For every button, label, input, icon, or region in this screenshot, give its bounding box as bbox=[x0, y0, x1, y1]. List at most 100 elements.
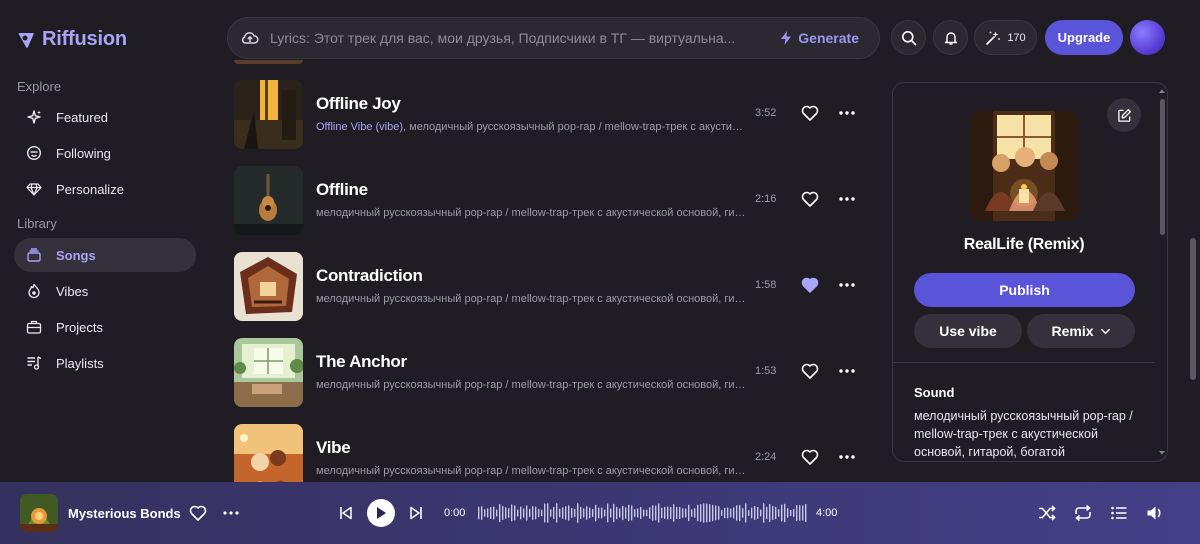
library-label: Library bbox=[17, 216, 57, 231]
smile-icon bbox=[26, 145, 42, 161]
song-row[interactable]: Offline мелодичный русскоязычный pop-rap… bbox=[225, 166, 875, 236]
edit-button[interactable] bbox=[1107, 98, 1141, 132]
waveform-bar bbox=[721, 509, 723, 517]
sidebar-item-vibes[interactable]: Vibes bbox=[14, 274, 196, 308]
waveform-bar bbox=[688, 504, 690, 522]
waveform-bar bbox=[574, 508, 576, 518]
sidebar-item-songs[interactable]: Songs bbox=[14, 238, 196, 272]
player-song-title[interactable]: Mysterious Bonds bbox=[68, 506, 181, 521]
more-options-icon[interactable] bbox=[837, 361, 857, 381]
waveform-bar bbox=[598, 507, 600, 519]
logo[interactable]: Riffusion bbox=[16, 28, 127, 51]
heart-icon[interactable] bbox=[800, 189, 820, 209]
more-options-icon[interactable] bbox=[837, 275, 857, 295]
queue-icon[interactable] bbox=[1109, 503, 1129, 523]
credits-button[interactable]: 170 bbox=[974, 20, 1037, 55]
waveform-bar bbox=[637, 508, 639, 518]
song-row[interactable]: Vibe мелодичный русскоязычный pop-rap / … bbox=[225, 424, 875, 482]
waveform-bar bbox=[577, 503, 579, 523]
remix-button[interactable]: Remix bbox=[1027, 314, 1135, 348]
waveform-scrubber[interactable] bbox=[478, 500, 808, 526]
waveform-bar bbox=[547, 503, 549, 523]
player-cover-art[interactable] bbox=[20, 494, 58, 532]
sidebar: Riffusion Explore Featured Following Per… bbox=[0, 0, 210, 482]
waveform-bar bbox=[568, 505, 570, 521]
waveform-bar bbox=[502, 505, 504, 521]
more-options-icon[interactable] bbox=[837, 447, 857, 467]
search-button[interactable] bbox=[891, 20, 926, 55]
sidebar-item-label: Vibes bbox=[56, 283, 89, 299]
song-row[interactable]: The Anchor мелодичный русскоязычный pop-… bbox=[225, 338, 875, 408]
waveform-bar bbox=[706, 503, 708, 523]
next-icon[interactable] bbox=[408, 505, 424, 521]
cloud-upload-icon[interactable] bbox=[240, 28, 260, 48]
waveform-bar bbox=[493, 506, 495, 520]
heart-icon[interactable] bbox=[800, 361, 820, 381]
sidebar-item-featured[interactable]: Featured bbox=[14, 100, 196, 134]
song-title[interactable]: Vibe bbox=[316, 438, 351, 458]
player-bar: Mysterious Bonds 0:00 4:00 bbox=[0, 482, 1200, 544]
sidebar-item-projects[interactable]: Projects bbox=[14, 310, 196, 344]
waveform-bar bbox=[607, 503, 609, 523]
song-title[interactable]: Contradiction bbox=[316, 266, 423, 286]
song-row[interactable]: Offline Joy Offline Vibe (vibe), мелодич… bbox=[225, 80, 875, 150]
scroll-up-icon[interactable] bbox=[1157, 87, 1167, 95]
waveform-bar bbox=[550, 509, 552, 517]
waveform-bar bbox=[787, 508, 789, 518]
notifications-button[interactable] bbox=[933, 20, 968, 55]
shuffle-icon[interactable] bbox=[1037, 503, 1057, 523]
more-options-icon[interactable] bbox=[221, 503, 241, 523]
waveform-bar bbox=[583, 508, 585, 518]
song-vibe-link[interactable]: Offline Vibe (vibe) bbox=[316, 121, 403, 133]
sidebar-item-label: Personalize bbox=[56, 181, 124, 197]
sidebar-item-playlists[interactable]: Playlists bbox=[14, 346, 196, 380]
generate-button[interactable]: Generate bbox=[780, 30, 859, 46]
bell-icon bbox=[944, 31, 957, 45]
page-scrollbar-thumb[interactable] bbox=[1190, 238, 1196, 380]
waveform-bar bbox=[760, 509, 762, 517]
song-thumbnail[interactable] bbox=[234, 424, 303, 482]
song-cover-art bbox=[969, 111, 1079, 221]
heart-icon[interactable] bbox=[800, 447, 820, 467]
volume-icon[interactable] bbox=[1145, 503, 1165, 523]
repeat-icon[interactable] bbox=[1073, 503, 1093, 523]
play-button[interactable] bbox=[367, 499, 395, 527]
songs-icon bbox=[27, 248, 41, 262]
lyrics-text[interactable]: Lyrics: Этот трек для вас, мои друзья, П… bbox=[270, 30, 760, 46]
song-thumbnail[interactable] bbox=[234, 60, 303, 64]
lyrics-prompt-input[interactable]: Lyrics: Этот трек для вас, мои друзья, П… bbox=[227, 17, 880, 59]
sidebar-item-following[interactable]: Following bbox=[14, 136, 196, 170]
page-scrollbar[interactable] bbox=[1188, 60, 1200, 482]
song-thumbnail[interactable] bbox=[234, 80, 303, 149]
heart-icon[interactable] bbox=[188, 503, 208, 523]
song-title[interactable]: Offline bbox=[316, 180, 368, 200]
current-time: 0:00 bbox=[444, 507, 466, 519]
explore-label: Explore bbox=[17, 79, 62, 94]
scroll-down-icon[interactable] bbox=[1157, 449, 1167, 457]
waveform-bar bbox=[586, 506, 588, 520]
sound-heading: Sound bbox=[914, 385, 955, 400]
panel-scrollbar[interactable] bbox=[1157, 83, 1167, 461]
avatar[interactable] bbox=[1130, 20, 1165, 55]
sidebar-item-personalize[interactable]: Personalize bbox=[14, 172, 196, 206]
heart-filled-icon[interactable] bbox=[800, 275, 820, 295]
upgrade-button[interactable]: Upgrade bbox=[1045, 20, 1123, 55]
song-title[interactable]: Offline Joy bbox=[316, 94, 401, 114]
heart-icon[interactable] bbox=[800, 103, 820, 123]
waveform-bar bbox=[520, 506, 522, 520]
waveform-bar bbox=[499, 503, 501, 523]
song-title[interactable]: The Anchor bbox=[316, 352, 407, 372]
song-thumbnail[interactable] bbox=[234, 252, 303, 321]
more-options-icon[interactable] bbox=[837, 189, 857, 209]
magic-wand-icon bbox=[986, 31, 1001, 45]
panel-scrollbar-thumb[interactable] bbox=[1160, 99, 1165, 235]
waveform-bar bbox=[517, 509, 519, 517]
previous-icon[interactable] bbox=[338, 505, 354, 521]
song-thumbnail[interactable] bbox=[234, 166, 303, 235]
more-options-icon[interactable] bbox=[837, 103, 857, 123]
publish-button[interactable]: Publish bbox=[914, 273, 1135, 307]
song-thumbnail[interactable] bbox=[234, 338, 303, 407]
use-vibe-button[interactable]: Use vibe bbox=[914, 314, 1022, 348]
song-duration: 2:24 bbox=[755, 451, 777, 463]
song-row[interactable]: Contradiction мелодичный русскоязычный p… bbox=[225, 252, 875, 322]
